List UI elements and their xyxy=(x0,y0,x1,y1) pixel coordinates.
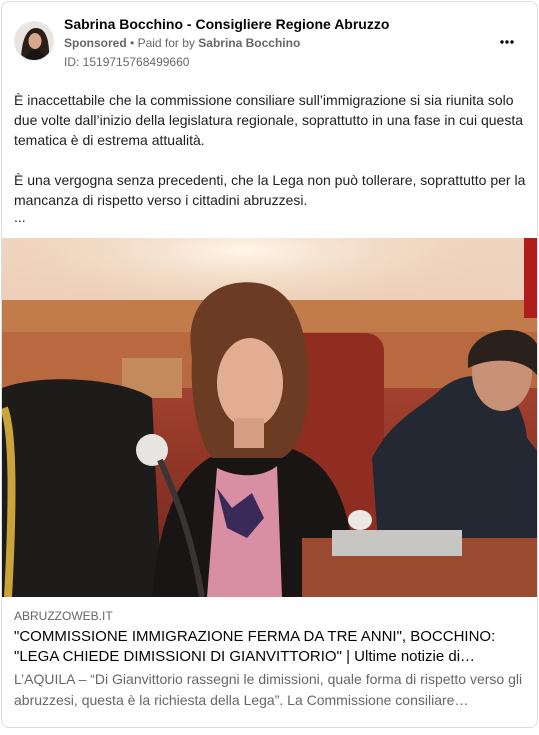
link-domain: ABRUZZOWEB.IT xyxy=(14,609,113,623)
paid-for-by-name[interactable]: Sabrina Bocchino xyxy=(198,36,300,50)
ad-id: ID: 1519715768499660 xyxy=(64,55,190,69)
avatar[interactable] xyxy=(14,21,54,61)
paid-for-by-prefix: Paid for by xyxy=(137,36,195,50)
ad-card: Sabrina Bocchino - Consigliere Regione A… xyxy=(1,1,538,728)
more-horizontal-icon xyxy=(500,40,514,44)
ad-photo[interactable] xyxy=(2,238,537,597)
page-name[interactable]: Sabrina Bocchino - Consigliere Regione A… xyxy=(64,16,389,32)
see-more-ellipsis[interactable]: ... xyxy=(14,210,529,224)
link-preview[interactable]: ABRUZZOWEB.IT "COMMISSIONE IMMIGRAZIONE … xyxy=(2,597,537,727)
ad-header: Sabrina Bocchino - Consigliere Regione A… xyxy=(2,2,537,77)
sponsored-label: Sponsored xyxy=(64,36,127,50)
post-paragraph-1: È inaccettabile che la commissione consi… xyxy=(14,92,523,148)
link-headline[interactable]: "COMMISSIONE IMMIGRAZIONE FERMA DA TRE A… xyxy=(14,627,527,667)
link-description: L’AQUILA – “Di Gianvittorio rassegni le … xyxy=(14,671,523,708)
separator-dot: • xyxy=(130,36,135,50)
more-options-button[interactable] xyxy=(495,32,519,52)
ad-body-text: È inaccettabile che la commissione consi… xyxy=(14,90,529,224)
sponsored-line: Sponsored • Paid for by Sabrina Bocchino xyxy=(64,36,300,50)
post-paragraph-2: È una vergogna senza precedenti, che la … xyxy=(14,172,526,208)
